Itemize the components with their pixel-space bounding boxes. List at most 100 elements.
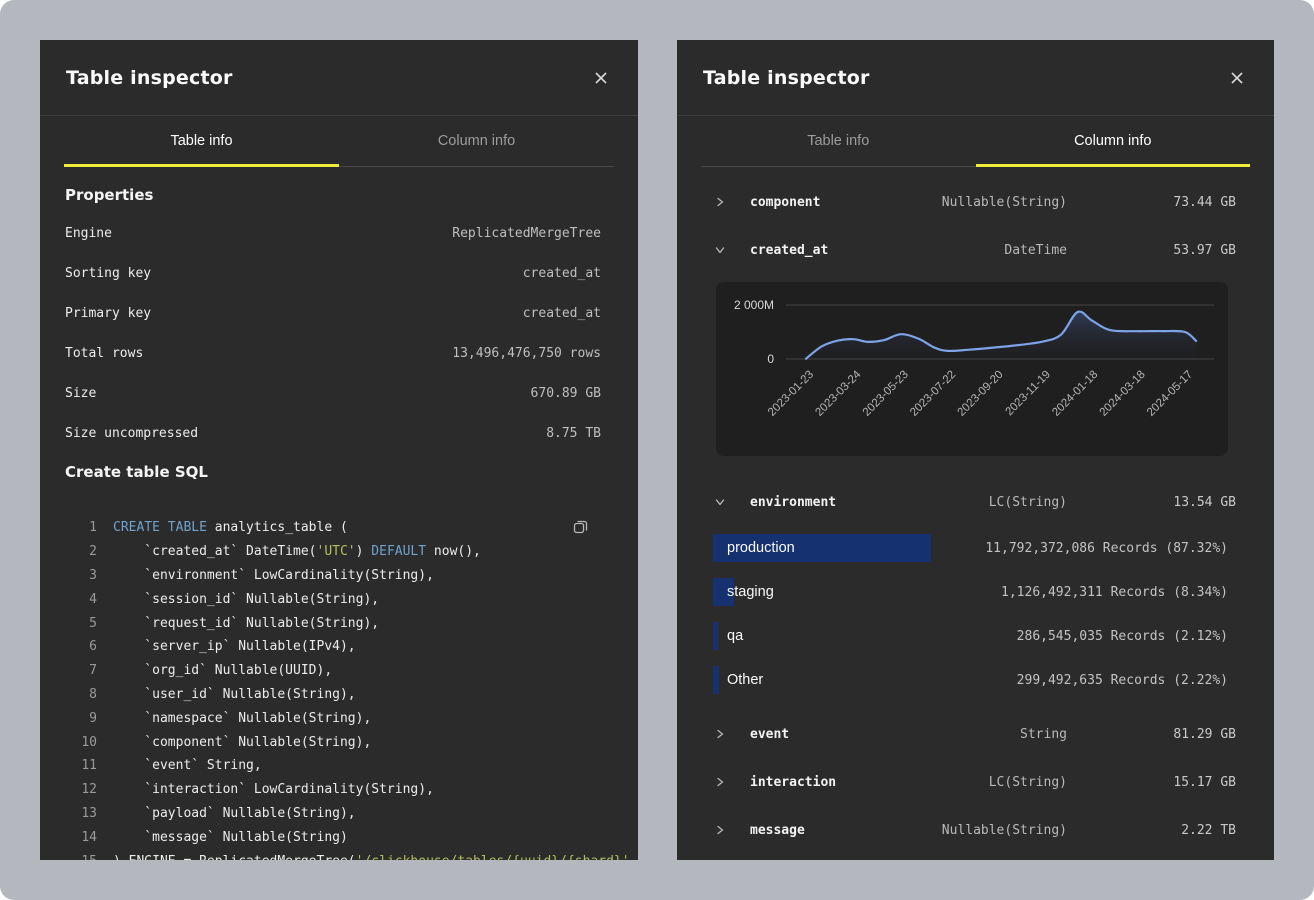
chart-x-label: 2023-05-23 — [861, 369, 911, 419]
property-value: 13,496,476,750 rows — [452, 346, 601, 361]
line-number: 4 — [65, 592, 97, 607]
chevron-down-icon — [712, 244, 728, 256]
chevron-right-icon — [712, 196, 728, 208]
column-size: 81.29 GB — [1173, 727, 1236, 742]
sql-code-text: `payload` Nullable(String), — [113, 806, 356, 821]
sql-code-text: `event` String, — [113, 758, 262, 773]
panel-title: Table inspector — [703, 67, 870, 89]
column-name: event — [750, 727, 789, 742]
sql-code-text: CREATE TABLE analytics_table ( — [113, 520, 348, 535]
sql-line: 15) ENGINE = ReplicatedMergeTree('/click… — [65, 849, 601, 860]
property-value: 8.75 TB — [546, 426, 601, 441]
property-label: Sorting key — [65, 266, 151, 281]
column-name: message — [750, 823, 805, 838]
tab-column-info[interactable]: Column info — [339, 116, 614, 167]
property-row: Size uncompressed8.75 TB — [65, 413, 601, 453]
column-row[interactable]: event String 81.29 GB — [677, 710, 1274, 758]
table-info-pane: Properties Engine ReplicatedMergeTree Sort… — [40, 167, 638, 860]
sql-line: 3 `environment` LowCardinality(String), — [65, 564, 601, 588]
line-number: 10 — [65, 735, 97, 750]
left-panel-header: Table inspector — [40, 40, 638, 116]
properties-list: Engine ReplicatedMergeTree Sorting key crea… — [65, 213, 601, 453]
sql-heading: Create table SQL — [65, 453, 601, 481]
property-row: Primary keycreated_at — [65, 293, 601, 333]
property-row: Engine ReplicatedMergeTree — [65, 213, 601, 253]
env-value-row: Other 299,492,635 Records (2.22%) — [677, 658, 1274, 702]
sql-line: 12 `interaction` LowCardinality(String), — [65, 778, 601, 802]
property-row: Sorting key created_at — [65, 253, 601, 293]
sql-code-text: `environment` LowCardinality(String), — [113, 568, 434, 583]
column-size: 53.97 GB — [1173, 243, 1236, 258]
line-number: 5 — [65, 616, 97, 631]
sql-line: 14 `message` Nullable(String) — [65, 825, 601, 849]
sql-line: 5 `request_id` Nullable(String), — [65, 611, 601, 635]
area-chart: 2 000M02023-01-232023-03-242023-05-23202… — [716, 282, 1228, 456]
env-value-records: 1,126,492,311 Records (8.34%) — [1001, 585, 1228, 600]
sql-line: 1CREATE TABLE analytics_table ( — [65, 516, 601, 540]
sql-line: 13 `payload` Nullable(String), — [65, 802, 601, 826]
column-name: environment — [750, 495, 836, 510]
column-type: Nullable(String) — [942, 195, 1067, 210]
column-type: String — [1020, 727, 1067, 742]
column-size: 15.17 GB — [1173, 775, 1236, 790]
column-name: component — [750, 195, 820, 210]
sql-line: 10 `component` Nullable(String), — [65, 730, 601, 754]
close-button[interactable] — [1222, 63, 1252, 93]
column-row[interactable]: created_atDateTime53.97 GB — [677, 226, 1274, 274]
page-background: Table inspector Table info Column info P… — [0, 0, 1314, 900]
column-row[interactable]: environmentLC(String)13.54 GB — [677, 478, 1274, 526]
chart-x-label: 2023-09-20 — [956, 369, 1006, 419]
sql-line: 7 `org_id` Nullable(UUID), — [65, 659, 601, 683]
tab-table-info[interactable]: Table info — [64, 116, 339, 167]
property-label: Total rows — [65, 346, 143, 361]
chart-x-label: 2024-01-18 — [1050, 369, 1100, 419]
env-value-label: production — [727, 540, 795, 556]
copy-button[interactable] — [570, 516, 591, 540]
sql-code-text: `server_ip` Nullable(IPv4), — [113, 639, 356, 654]
env-value-label: Other — [727, 672, 763, 688]
line-number: 15 — [65, 854, 97, 860]
line-number: 7 — [65, 663, 97, 678]
env-value-records: 299,492,635 Records (2.22%) — [1017, 673, 1228, 688]
right-panel-header: Table inspector — [677, 40, 1274, 116]
panel-title: Table inspector — [66, 67, 233, 89]
tab-table-info[interactable]: Table info — [701, 116, 976, 167]
env-value-row: qa286,545,035 Records (2.12%) — [677, 614, 1274, 658]
sql-code-text: `request_id` Nullable(String), — [113, 616, 379, 631]
column-size: 73.44 GB — [1173, 195, 1236, 210]
right-panel: Table inspector Table info Column info c… — [677, 40, 1274, 860]
chart-y-label: 0 — [767, 352, 774, 366]
close-icon — [1230, 71, 1244, 85]
chevron-right-icon — [712, 824, 728, 836]
column-row[interactable]: component Nullable(String) 73.44 GB — [677, 178, 1274, 226]
sql-code-block: 1CREATE TABLE analytics_table (2 `create… — [65, 516, 601, 860]
line-number: 9 — [65, 711, 97, 726]
column-size: 2.22 TB — [1181, 823, 1236, 838]
line-number: 11 — [65, 758, 97, 773]
sql-lines: 1CREATE TABLE analytics_table (2 `create… — [65, 516, 601, 860]
sql-code-text: `org_id` Nullable(UUID), — [113, 663, 332, 678]
tab-column-info[interactable]: Column info — [976, 116, 1251, 167]
properties-heading: Properties — [65, 167, 601, 213]
property-label: Engine — [65, 226, 112, 241]
chart-x-label: 2023-07-22 — [908, 369, 958, 419]
chart-y-label: 2 000M — [734, 298, 774, 312]
left-panel: Table inspector Table info Column info P… — [40, 40, 638, 860]
column-row[interactable]: interactionLC(String)15.17 GB — [677, 758, 1274, 806]
chart-x-label: 2023-01-23 — [766, 369, 816, 419]
sql-code-text: `message` Nullable(String) — [113, 830, 348, 845]
property-value: ReplicatedMergeTree — [452, 226, 601, 241]
left-tab-bar: Table info Column info — [64, 116, 614, 167]
column-info-pane: component Nullable(String) 73.44 GB created… — [677, 178, 1274, 854]
property-value: created_at — [523, 266, 601, 281]
column-row[interactable]: messageNullable(String)2.22 TB — [677, 806, 1274, 854]
env-value-label: staging — [727, 584, 774, 600]
sql-code-text: `component` Nullable(String), — [113, 735, 371, 750]
close-button[interactable] — [586, 63, 616, 93]
line-number: 2 — [65, 544, 97, 559]
env-value-records: 11,792,372,086 Records (87.32%) — [985, 541, 1228, 556]
column-type: LC(String) — [989, 775, 1067, 790]
line-number: 13 — [65, 806, 97, 821]
chevron-right-icon — [712, 776, 728, 788]
line-number: 8 — [65, 687, 97, 702]
